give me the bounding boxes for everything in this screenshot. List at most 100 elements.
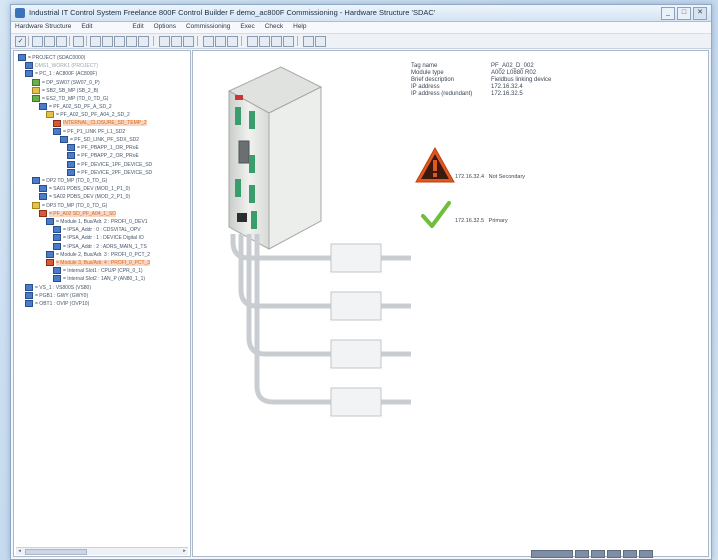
tree-node-label: = OBT1 : OVIP (OVP10) xyxy=(35,300,90,307)
tree-node-icon xyxy=(53,234,61,242)
tree-node-icon xyxy=(25,300,33,307)
title-bar[interactable]: Industrial IT Control System Freelance 8… xyxy=(11,5,711,22)
prop-label: IP address (redundant) xyxy=(411,91,473,97)
menu-check[interactable]: Check xyxy=(261,22,287,31)
minimize-button[interactable]: _ xyxy=(661,7,675,20)
tree-node-icon xyxy=(32,177,40,184)
forward-tool-icon[interactable] xyxy=(215,36,226,47)
paste-tool-icon[interactable] xyxy=(114,36,125,47)
screen-tool-icon[interactable] xyxy=(303,36,314,47)
tree-node[interactable]: = PROJECT (SDAC0000) xyxy=(18,54,85,61)
menu-bar: Hardware Structure Edit Edit Options Com… xyxy=(11,22,711,34)
tree-node[interactable]: = PF_SD_LINK_PF_SDX_SD2 xyxy=(60,136,139,143)
link-tool-icon[interactable] xyxy=(283,36,294,47)
tree-node-label: = PF_A02_SD_PF_A_SD_2 xyxy=(49,104,112,111)
tree-node[interactable]: = PF_PBAPP_1_OR_PRoE xyxy=(67,144,139,152)
copy-tool-icon[interactable] xyxy=(102,36,113,47)
checkmark-tool-icon[interactable]: ✓ xyxy=(15,36,26,47)
menu-options[interactable]: Options xyxy=(150,22,180,31)
tree-node[interactable]: = OBT1 : OVIP (OVP10) xyxy=(25,300,89,307)
help-tool-icon[interactable] xyxy=(315,36,326,47)
cut-tool-icon[interactable] xyxy=(90,36,101,47)
tree-node[interactable]: = PGB1 : GWY (GWY0) xyxy=(25,291,89,299)
tree-node[interactable]: = DP_SW07 (SW07_0_P) xyxy=(32,78,100,86)
tree-node[interactable]: = PF_A02 SD_PF_A04_1_SD xyxy=(39,209,116,217)
tree-node-label: = PGB1 : GWY (GWY0) xyxy=(35,292,89,299)
tree-node[interactable]: = SB2_SB_MP (SB_2_B) xyxy=(32,86,98,94)
print-tool-icon[interactable] xyxy=(73,36,84,47)
grid-tool-icon[interactable] xyxy=(247,36,258,47)
tree-node[interactable]: DMS1_WORK1 (PROJECT) xyxy=(25,62,99,70)
tree-tool-icon[interactable] xyxy=(259,36,270,47)
menu-exec[interactable]: Exec xyxy=(236,22,258,31)
tree-node[interactable]: = PF_PBAPP_2_OR_PRoE xyxy=(67,152,139,160)
new-tool-icon[interactable] xyxy=(32,36,43,47)
tree-node-icon xyxy=(60,136,68,143)
delete-tool-icon[interactable] xyxy=(126,36,137,47)
tree-node-icon xyxy=(67,160,75,168)
menu-help[interactable]: Help xyxy=(289,22,310,31)
prop-value: PF_A02_D_002 xyxy=(491,63,534,69)
tree-node[interactable]: = Internal Slot1 : CPU/P (CPR_0_1) xyxy=(53,267,143,275)
tree-node-label: = PF_A02 SD_PF_A04_1_SD xyxy=(49,210,116,217)
tree-node-icon xyxy=(53,127,61,135)
settings-tool-icon[interactable] xyxy=(171,36,182,47)
back-tool-icon[interactable] xyxy=(203,36,214,47)
tree-node-label: = IPSA_Addr : 2 : ADRS_MAIN_1_TS xyxy=(63,243,147,250)
tree-node[interactable]: = PF_DEVICE_1PF_DEVICE_SD xyxy=(67,160,153,168)
scroll-right-icon[interactable]: ▸ xyxy=(181,548,188,554)
tree-node-label: = ES2_TD_MP (TD_0_TD_G) xyxy=(42,95,109,102)
tree-node[interactable]: = PF_P1_LINK PF_L1_SD2 xyxy=(53,127,125,135)
tree-node[interactable]: = SA02 PDBS_DEV (MOD_2_P1_0) xyxy=(39,193,131,201)
save-tool-icon[interactable] xyxy=(56,36,67,47)
tree-node[interactable]: = PF_A02_SD_PF_A04_2_SD_2 xyxy=(46,111,130,119)
download-tool-icon[interactable] xyxy=(183,36,194,47)
close-button[interactable]: ✕ xyxy=(693,7,707,20)
image-tool-icon[interactable] xyxy=(271,36,282,47)
menu-hardware-structure[interactable]: Hardware Structure xyxy=(11,22,75,31)
prop-value: A002 L0880 R02 xyxy=(491,70,537,76)
tree-node[interactable]: = ES2_TD_MP (TD_0_TD_G) xyxy=(32,95,108,102)
upload-tool-icon[interactable] xyxy=(227,36,238,47)
menu-commissioning[interactable]: Commissioning xyxy=(182,22,234,31)
tree-node-label: = Internal Slot2 : 1AN_P (AN80_1_1) xyxy=(63,276,146,283)
scroll-thumb[interactable] xyxy=(25,549,87,555)
tree-node-icon xyxy=(67,152,75,160)
tree-node[interactable]: = Module 2, Bus/Adr. 3 : PROFI_0_PCT_2 xyxy=(46,250,150,258)
tree-node-label: = IPSA_Addr : 1 : DEVICE Digital IO xyxy=(63,235,144,242)
tree-node[interactable]: INTERNAL_CLOSURE_SD_TEMP_2 xyxy=(53,119,147,127)
tree-node-label: = PF_DEVICE_1PF_DEVICE_SD xyxy=(77,161,153,168)
tree-node-label: = SA02 PDBS_DEV (MOD_2_P1_0) xyxy=(49,194,131,201)
hardware-tree-pane: = PROJECT (SDAC0000) DMS1_WORK1 (PROJECT)… xyxy=(13,50,191,557)
scroll-left-icon[interactable]: ◂ xyxy=(16,548,23,554)
tree-node-label: = VS_1 : VS800S (VS80) xyxy=(35,284,92,291)
maximize-button[interactable]: □ xyxy=(677,7,691,20)
tree-node-label: DMS1_WORK1 (PROJECT) xyxy=(35,63,99,70)
tree-node-label: = IPSA_Addr : 0 : CDSVITAL_OPV xyxy=(63,227,141,234)
tree-node[interactable]: = PC_1 : AC800F (AC800F) xyxy=(25,70,97,78)
tree-node[interactable]: = Module 1, Bus/Adr. 2 : PROFI_0_DEV1 xyxy=(46,218,148,225)
tree-node[interactable]: = PF_A02_SD_PF_A_SD_2 xyxy=(39,103,112,111)
tree-node[interactable]: = PF_DEVICE_2PF_DEVICE_SD xyxy=(67,168,152,176)
tree-node-icon xyxy=(39,103,47,111)
device-image xyxy=(227,66,323,250)
tree-node[interactable]: = Module 3, Bus/Adr. 4 : PROFI_0_PCT_3 xyxy=(46,259,151,266)
tree-node-icon xyxy=(39,193,47,201)
properties-tool-icon[interactable] xyxy=(138,36,149,47)
tree-node[interactable]: = DP3 TD_MP (TD_0_TD_G) xyxy=(32,201,107,209)
tree-node[interactable]: = VS_1 : VS800S (VS80) xyxy=(25,283,92,291)
tree-node[interactable]: = Internal Slot2 : 1AN_P (AN80_1_1) xyxy=(53,275,146,283)
navigate-tool-icon[interactable] xyxy=(159,36,170,47)
tree-node[interactable]: = SA01 PDBS_DEV (MOD_1_P1_0) xyxy=(39,185,130,193)
menu-edit-2[interactable]: Edit xyxy=(128,22,147,31)
horizontal-scrollbar[interactable]: ◂ ▸ xyxy=(16,547,188,555)
tree-node-label: = PF_PBAPP_1_OR_PRoE xyxy=(77,145,139,152)
tree-node[interactable]: = IPSA_Addr : 0 : CDSVITAL_OPV xyxy=(53,226,141,234)
tree-node[interactable]: = DP2 TD_MP (TD_0_TD_G) xyxy=(32,177,107,184)
tree-node[interactable]: = IPSA_Addr : 1 : DEVICE Digital IO xyxy=(53,234,144,242)
tree-node[interactable]: = IPSA_Addr : 2 : ADRS_MAIN_1_TS xyxy=(53,242,147,250)
open-tool-icon[interactable] xyxy=(44,36,55,47)
tree-node-icon xyxy=(46,111,54,119)
tree-node-icon xyxy=(25,291,33,299)
menu-edit[interactable]: Edit xyxy=(77,22,96,31)
